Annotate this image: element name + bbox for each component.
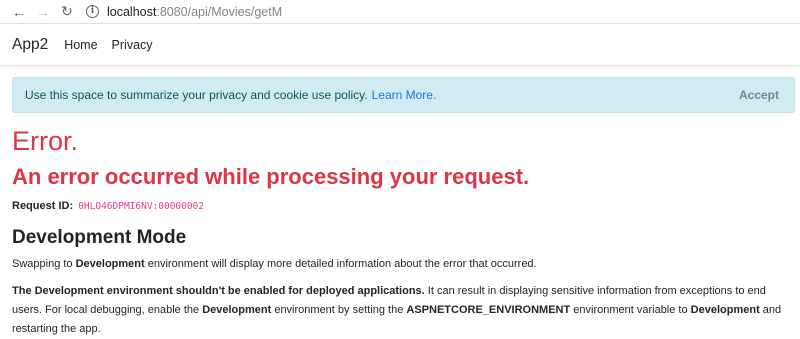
forward-icon[interactable]: → xyxy=(32,1,54,23)
p2-text-f: environment variable to xyxy=(570,304,691,316)
request-id-label: Request ID: xyxy=(12,200,74,212)
error-subtitle: An error occurred while processing your … xyxy=(12,164,530,189)
address-bar[interactable]: i localhost:8080/api/Movies/getM xyxy=(86,5,282,19)
info-icon[interactable]: i xyxy=(86,5,99,18)
cookie-text: Use this space to summarize your privacy… xyxy=(25,88,368,102)
request-id-value: 0HLO46DPMI6NV:00000002 xyxy=(78,201,205,212)
learn-more-link[interactable]: Learn More. xyxy=(372,88,437,102)
dev-mode-paragraph-1: Swapping to Development environment will… xyxy=(12,255,790,274)
url-path: :8080/api/Movies/getM xyxy=(156,4,283,19)
p2-strong-warning: The Development environment shouldn't be… xyxy=(12,285,425,297)
request-id-line: Request ID: 0HLO46DPMI6NV:00000002 xyxy=(12,198,790,215)
p1-strong-development: Development xyxy=(75,258,145,270)
url-host: localhost xyxy=(107,4,157,19)
dev-mode-paragraph-2: The Development environment shouldn't be… xyxy=(12,282,790,339)
p2-text-d: environment by setting the xyxy=(271,304,407,316)
error-title: Error. xyxy=(12,126,79,156)
p2-strong-env-var: ASPNETCORE_ENVIRONMENT xyxy=(406,304,571,316)
accept-button[interactable]: Accept xyxy=(739,88,779,102)
brand-link[interactable]: App2 xyxy=(12,36,48,54)
back-icon[interactable]: ← xyxy=(8,1,30,23)
p1-text-a: Swapping to xyxy=(12,258,76,270)
p2-strong-development-2: Development xyxy=(690,304,760,316)
cookie-consent-banner: Use this space to summarize your privacy… xyxy=(12,77,795,113)
app-navbar: App2 Home Privacy xyxy=(0,24,800,66)
nav-link-home[interactable]: Home xyxy=(64,38,97,52)
p1-text-c: environment will display more detailed i… xyxy=(144,258,537,270)
browser-toolbar: ← → ↻ i localhost:8080/api/Movies/getM xyxy=(0,0,800,24)
dev-mode-title: Development Mode xyxy=(12,227,187,248)
nav-link-privacy[interactable]: Privacy xyxy=(112,38,153,52)
p2-strong-development-1: Development xyxy=(202,304,272,316)
error-content: Error. An error occurred while processin… xyxy=(12,124,790,339)
reload-icon[interactable]: ↻ xyxy=(56,1,78,23)
